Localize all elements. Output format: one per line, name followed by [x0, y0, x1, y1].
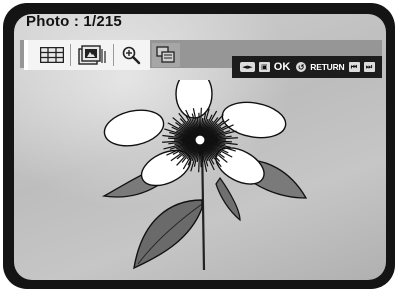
left-right-arrows-icon: ◄► — [240, 62, 255, 72]
copy-button[interactable] — [152, 43, 180, 67]
toolbar-divider — [70, 44, 71, 66]
enter-button-icon: ▣ — [258, 62, 270, 72]
return-arrow-icon: ↺ — [296, 62, 307, 72]
ok-label: OK — [273, 61, 291, 73]
previous-track-icon: ⏮ — [348, 62, 360, 72]
leaf-right-lower — [215, 176, 241, 222]
flower-center — [194, 134, 206, 146]
button-guide-bar: ◄► ▣ OK ↺ RETURN ⏮ ⏭ — [232, 56, 382, 78]
zoom-button[interactable] — [117, 43, 145, 67]
leaf-lower-left — [133, 199, 203, 270]
zoom-in-icon — [122, 46, 141, 65]
thumbnail-grid-button[interactable] — [36, 43, 68, 67]
page-title: Photo : 1/215 — [26, 13, 122, 30]
slideshow-button[interactable] — [75, 43, 111, 67]
petal-left — [103, 109, 165, 147]
return-label: RETURN — [310, 62, 345, 72]
copy-icon — [156, 46, 175, 63]
petal-right — [221, 101, 287, 139]
next-track-icon: ⏭ — [363, 62, 375, 72]
flower-photo — [101, 80, 308, 271]
toolbar-divider — [113, 44, 114, 66]
grid-icon — [40, 47, 64, 63]
photo-frame-icon — [78, 45, 106, 65]
